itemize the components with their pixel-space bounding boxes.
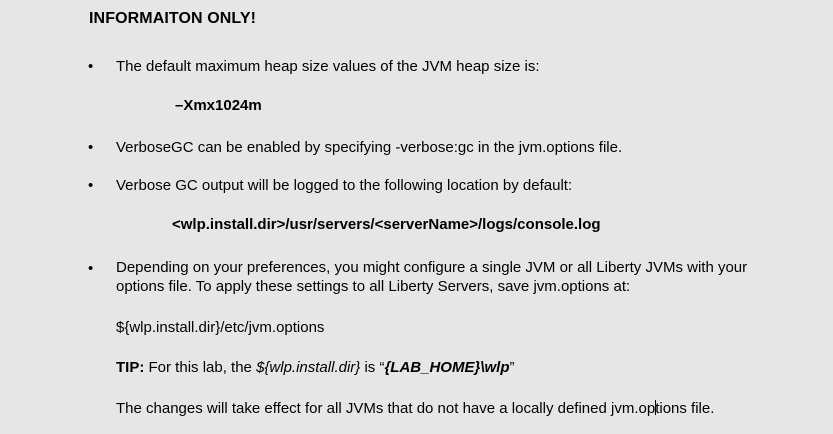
preferences-line-1: Depending on your preferences, you might… (116, 259, 748, 276)
page-heading: INFORMAITON ONLY! (89, 10, 257, 27)
changes-text: The changes will take effect for all JVM… (116, 400, 656, 417)
tip-line: TIP: For this lab, the ${wlp.install.dir… (116, 357, 826, 378)
jvm-options-path: ${wlp.install.dir}/etc/jvm.options (116, 319, 325, 336)
tip-text: For this lab, the (144, 359, 257, 376)
changes-text: tions file. (655, 400, 715, 417)
tip-label: TIP: (116, 359, 145, 376)
tip-lab-home: {LAB_HOME}\wlp (384, 359, 510, 376)
heap-size-value: –Xmx1024m (175, 97, 262, 114)
bullet-marker: • (88, 58, 94, 75)
log-path: <wlp.install.dir>/usr/servers/<serverNam… (172, 216, 601, 233)
preferences-line-2: options file. To apply these settings to… (116, 278, 631, 295)
bullet-marker: • (88, 139, 94, 156)
tip-install-dir: ${wlp.install.dir} (256, 359, 361, 376)
tip-text: ” (509, 359, 515, 376)
log-location-text: Verbose GC output will be logged to the … (116, 177, 573, 194)
heap-size-text: The default maximum heap size values of … (116, 58, 540, 75)
document-page: INFORMAITON ONLY! • The default maximum … (0, 0, 833, 434)
tip-text: is “ (360, 359, 385, 376)
verbose-gc-text: VerboseGC can be enabled by specifying -… (116, 139, 623, 156)
bullet-marker: • (88, 260, 94, 277)
bullet-marker: • (88, 177, 94, 194)
changes-line: The changes will take effect for all JVM… (116, 398, 826, 419)
